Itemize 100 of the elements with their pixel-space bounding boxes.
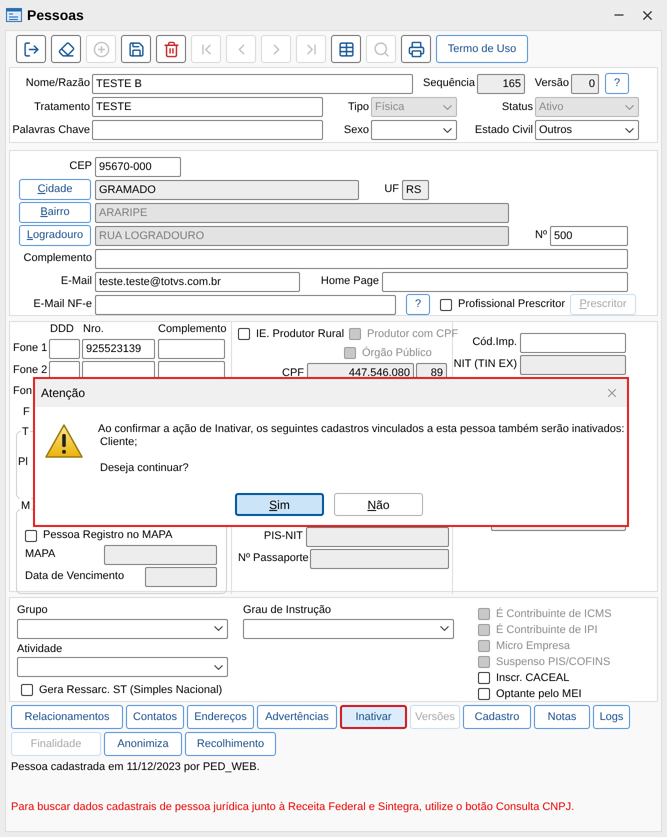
window-icon [6,8,22,22]
checkbox[interactable] [238,328,250,340]
checkbox-label: Órgão Público [362,346,432,361]
toolbar-button[interactable] [401,35,431,63]
help-button[interactable]: ? [605,73,629,94]
field-label: Grupo [17,603,49,618]
checkbox-label: Pessoa Registro no MAPA [43,528,172,544]
field-label: Estado Civil [474,122,533,138]
checkbox-label: Inscr. CACEAL [496,670,570,686]
text-field[interactable] [520,354,626,374]
checkbox-label: Optante pelo MEI [496,686,582,702]
field-label: Palavras Chave [11,122,90,138]
text-field[interactable] [95,248,628,268]
text-field[interactable]: TESTE [92,97,323,117]
action-button[interactable]: Cadastro [463,705,531,729]
column-header: Complemento [158,322,226,336]
text-field[interactable]: 0 [571,74,599,94]
text-field[interactable] [145,566,217,586]
action-button[interactable]: Advertências [257,705,337,729]
text-field[interactable]: TESTE B [92,74,413,94]
text-field[interactable]: 95670-000 [95,156,181,176]
text-field[interactable]: 500 [550,226,628,246]
text-field[interactable]: teste.teste@totvs.com.br [95,272,300,292]
field-label: Grau de Instrução [243,603,332,618]
text-field[interactable] [158,338,225,358]
action-button[interactable]: Notas [534,705,590,729]
toolbar-button[interactable] [121,35,151,63]
field-label: CEP [68,159,92,174]
action-button[interactable]: Anonimiza [104,732,182,756]
checkbox-label: Micro Empresa [496,638,570,654]
column-header: DDD [50,322,75,336]
field-label: MAPA [25,547,56,562]
field-label: Pl [18,455,28,470]
field-label: Sexo [342,122,369,138]
created-note: Pessoa cadastrada em 11/12/2023 por PED_WEB. [10,760,261,775]
help-button[interactable]: ? [406,294,430,315]
field-label: E-Mail [60,274,92,290]
dropdown[interactable]: Outros [535,120,639,140]
field-label: Tratamento [33,100,90,115]
checkbox-label: Suspenso PIS/COFINS [496,654,610,670]
text-field[interactable] [104,544,217,564]
lookup-button[interactable]: Cidade [19,179,91,200]
text-field[interactable] [306,526,449,546]
action-button[interactable]: Endereços [187,705,254,729]
checkbox[interactable] [440,298,452,310]
text-field[interactable]: 925523139 [82,338,155,358]
text-field[interactable]: GRAMADO [95,180,359,200]
action-button[interactable]: Relacionamentos [11,705,123,729]
table-icon [338,40,354,58]
eraser-icon [58,40,74,58]
action-button[interactable]: Contatos [126,705,184,729]
warning-icon [44,423,84,459]
field-label: Nº [534,228,547,244]
checkbox[interactable] [21,684,33,696]
field-label: E-Mail NF-e [32,297,92,312]
checkbox-label: Gera Ressarc. ST (Simples Nacional) [39,683,222,698]
text-field[interactable]: RS [402,180,429,200]
action-button[interactable]: Recolhimento [185,732,276,756]
dropdown[interactable] [243,618,454,638]
text-field[interactable] [382,272,628,292]
toolbar-button[interactable] [51,35,81,63]
dropdown[interactable] [371,120,457,140]
checkbox[interactable] [478,672,490,684]
dropdown[interactable] [17,618,228,638]
text-field[interactable]: 165 [477,74,525,94]
field-label: Cód.Imp. [471,335,517,350]
plus-icon [92,40,110,58]
hint-text: Para buscar dados cadastrais de pessoa jurídica junto à Receita Federal e Sintegra, utilize o botão Consulta CNPJ. [10,800,576,814]
toolbar-button[interactable] [156,35,186,63]
dialog-button[interactable]: Sim [235,493,324,516]
field-label: CPF [281,366,304,381]
text-field[interactable] [92,120,323,140]
action-button[interactable]: Logs [593,705,630,729]
field-label: F [23,405,30,420]
toolbar-button[interactable] [331,35,361,63]
dialog-title: Atenção [41,385,86,402]
dialog-message: Ao confirmar a ação de Inativar, os seguintes cadastros vinculados a esta pessoa também serão inativados: [98,423,624,436]
action-button[interactable]: Inativar [340,705,407,729]
checkbox-label: É Contribuinte de IPI [496,622,598,638]
field-label: Fone 1 [13,341,48,356]
text-field[interactable] [520,332,626,352]
dialog-button[interactable]: Não [334,493,423,516]
field-label: Data de Vencimento [25,569,126,584]
dropdown[interactable] [17,657,228,677]
field-label: Home Page [320,274,379,290]
toolbar-button[interactable] [16,35,46,63]
terms-button[interactable]: Termo de Uso [436,35,528,63]
checkbox[interactable] [478,688,490,700]
dialog-item: Cliente; [99,436,138,449]
column-header: Nro. [83,322,105,336]
checkbox-label: Produtor com CPF [367,326,458,342]
field-label: Status [500,100,533,115]
field-label: Fone 2 [13,363,48,378]
checkbox[interactable] [25,530,37,542]
text-field[interactable] [49,338,80,358]
window-title: Pessoas [27,6,84,24]
search-icon [372,40,390,58]
text-field[interactable] [310,548,449,568]
field-label: Complemento [22,251,92,266]
text-field[interactable] [95,294,396,314]
